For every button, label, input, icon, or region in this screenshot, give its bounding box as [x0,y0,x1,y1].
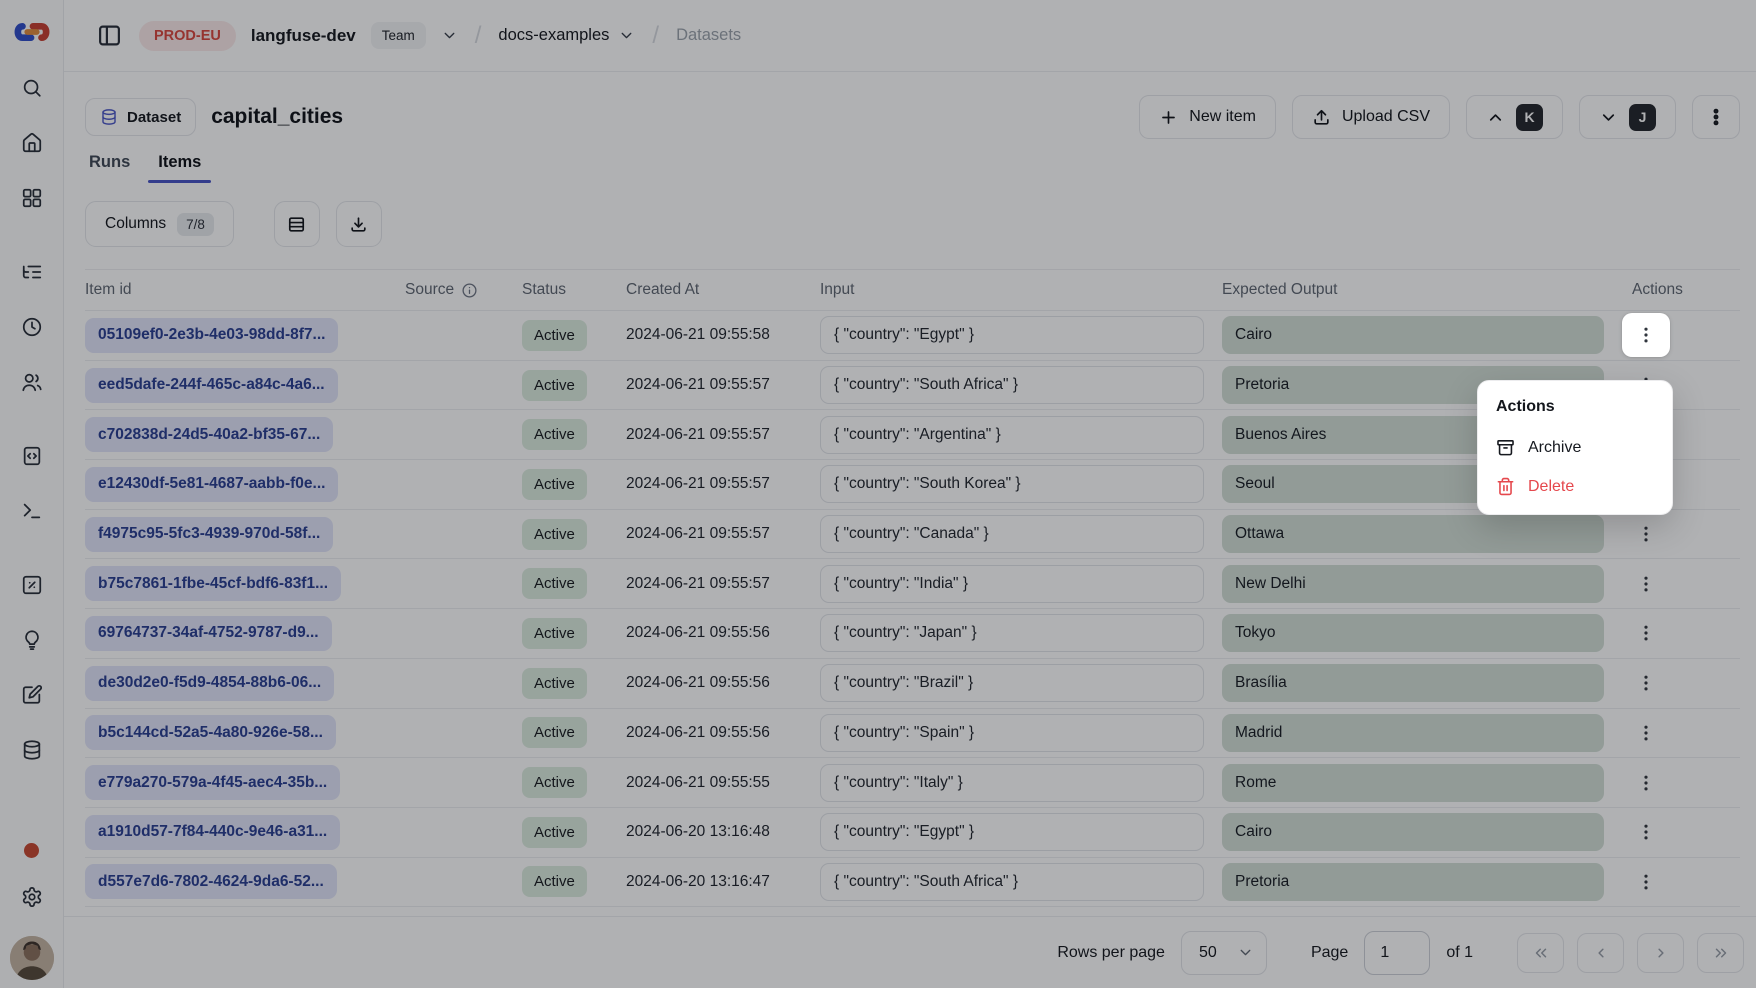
menu-item-delete-label: Delete [1528,478,1574,496]
menu-item-archive-label: Archive [1528,439,1581,457]
archive-icon [1496,438,1515,457]
menu-title: Actions [1486,389,1664,428]
row-actions-menu: Actions Archive Delete [1477,380,1673,515]
menu-item-delete[interactable]: Delete [1486,467,1664,506]
menu-item-archive[interactable]: Archive [1486,428,1664,467]
row-actions-button[interactable] [1622,313,1670,357]
kebab-menu-icon [1636,325,1656,345]
trash-icon [1496,477,1515,496]
